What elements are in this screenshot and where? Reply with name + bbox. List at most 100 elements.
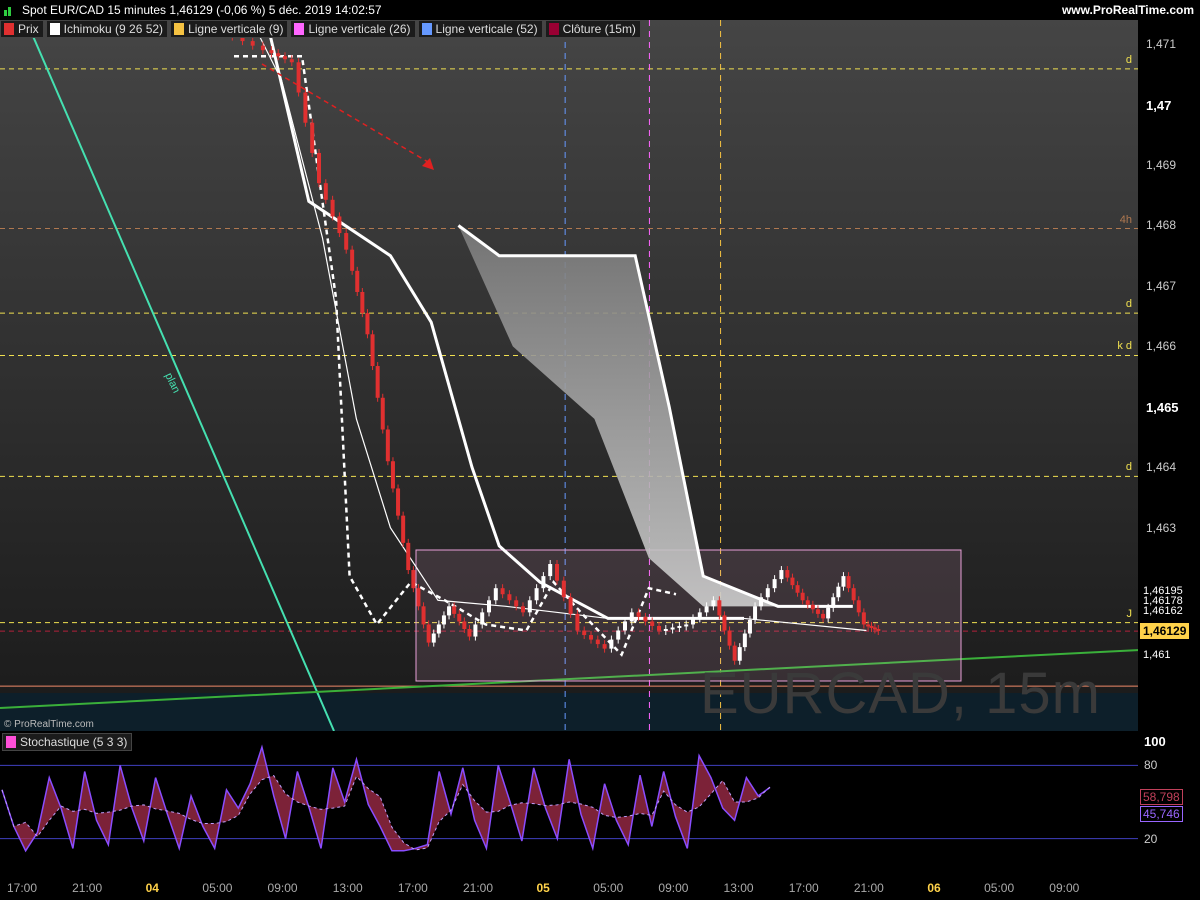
candle-body (416, 588, 421, 607)
time-tick-label: 21:00 (853, 881, 884, 895)
candle-body (260, 45, 265, 51)
legend-label: Ligne verticale (26) (308, 22, 411, 36)
candle-body (467, 628, 472, 637)
candle-body (805, 600, 810, 605)
candle-body (421, 606, 426, 625)
stoch-value-tag: 45,746 (1140, 806, 1183, 822)
price-tick-label: 1,467 (1146, 278, 1177, 293)
legend-item[interactable]: Prix (0, 20, 44, 38)
time-tick-label: 13:00 (723, 881, 754, 895)
stochastic-axis[interactable]: 100 80 20 58,798 45,746 (1138, 731, 1200, 878)
time-tick-label: 13:00 (332, 881, 363, 895)
price-tag-label: 1,46162 (1143, 605, 1183, 618)
candle-body (276, 53, 281, 57)
time-axis[interactable]: 17:00 21:00 04 05:00 09:00 13:00 17:00 21:00 05 0… (0, 878, 1200, 900)
candle-body (250, 41, 255, 46)
candle-body (722, 615, 727, 631)
candle-body (677, 625, 682, 628)
candle-body (623, 621, 627, 631)
stoch-tick-label: 80 (1144, 758, 1158, 773)
price-tick-label: 1,471 (1146, 37, 1177, 52)
candle-body (810, 604, 815, 610)
candle-body (595, 639, 600, 645)
level-tag-label: d (1125, 298, 1132, 311)
price-chart-svg[interactable]: plan (0, 0, 1141, 732)
legend-swatch-icon (421, 23, 432, 35)
candle-body (691, 618, 695, 625)
time-tick-label: 21:00 (72, 881, 103, 895)
price-tick-label: 1,47 (1146, 97, 1172, 113)
candle-body (436, 624, 441, 634)
candle-body (836, 586, 841, 598)
time-tick-label: 09:00 (267, 881, 298, 895)
candle-body (296, 62, 301, 93)
candle-body (452, 606, 457, 614)
candle-body (704, 606, 709, 613)
stochastic-panel[interactable] (0, 731, 1140, 878)
candle-body (732, 645, 737, 661)
candle-body (431, 633, 436, 643)
symbol-watermark: EURCAD, 15m (700, 661, 1101, 726)
legend-label: Ichimoku (9 26 52) (63, 22, 164, 36)
price-tick-label: 1,466 (1146, 339, 1177, 354)
stoch-tick-label: 20 (1144, 831, 1158, 846)
candle-body (717, 600, 722, 616)
candle-body (753, 606, 758, 620)
candle-body (507, 594, 512, 601)
candle-body (841, 576, 846, 587)
legend-label: Clôture (15m) (562, 22, 636, 36)
candle-body (861, 612, 866, 625)
price-tick-label: 1,465 (1146, 399, 1179, 415)
stochastic-svg[interactable] (0, 731, 1140, 878)
candle-body (344, 233, 349, 250)
legend-swatch-icon (49, 23, 60, 35)
candle-body (323, 183, 328, 200)
legend-item[interactable]: Ichimoku (9 26 52) (45, 20, 169, 38)
candle-body (396, 488, 401, 516)
legend-item[interactable]: Ligne verticale (9) (170, 20, 289, 38)
candle-body (589, 635, 593, 640)
candle-body (283, 56, 287, 60)
candle-body (826, 607, 831, 619)
legend-swatch-icon (294, 23, 305, 35)
legend-swatch-icon (174, 23, 185, 35)
candle-body (636, 612, 641, 617)
candle-body (616, 630, 621, 640)
chart-bars-icon (4, 7, 11, 16)
stochastic-legend[interactable]: Stochastique (5 3 3) (2, 733, 133, 751)
legend-item[interactable]: Clôture (15m) (544, 20, 641, 38)
candle-body (711, 600, 716, 607)
time-tick-label: 17:00 (6, 881, 38, 895)
level-tag-label: d (1125, 461, 1132, 474)
candle-body (370, 334, 375, 367)
legend-label: Ligne verticale (52) (435, 22, 538, 36)
legend-item-stochastic[interactable]: Stochastique (5 3 3) (2, 733, 133, 751)
candle-body (575, 613, 580, 631)
candle-body (815, 609, 820, 614)
candle-body (480, 612, 485, 625)
level-tag-label: k d (1117, 340, 1132, 353)
candle-body (337, 216, 342, 234)
brand-link[interactable]: www.ProRealTime.com (1062, 3, 1194, 17)
indicator-legend: Prix Ichimoku (9 26 52) Ligne verticale (9… (0, 20, 641, 38)
legend-item[interactable]: Ligne verticale (52) (417, 20, 543, 38)
time-tick-label: 05:00 (202, 881, 233, 895)
legend-swatch-icon (4, 23, 14, 35)
stoch-fill (2, 747, 770, 851)
candle-body (426, 624, 431, 643)
time-tick-label: 04 (145, 881, 159, 895)
time-tick-label: 09:00 (1049, 881, 1080, 895)
stoch-tick-label: 100 (1144, 734, 1166, 749)
price-axis[interactable]: 1,471 1,47 1,469 1,468 1,467 1,466 1,465 1,464 1… (1138, 20, 1200, 731)
candle-body (650, 621, 655, 626)
candle-body (670, 627, 675, 630)
candle-body (473, 624, 478, 637)
legend-item[interactable]: Ligne verticale (26) (290, 20, 416, 38)
candle-body (411, 570, 416, 589)
candle-body (831, 597, 836, 608)
candle-body (795, 585, 800, 593)
candle-body (521, 606, 525, 613)
price-chart-area[interactable]: plan d 4h d k d d J (0, 0, 1141, 732)
candle-body (609, 639, 614, 649)
candle-body (289, 59, 294, 63)
